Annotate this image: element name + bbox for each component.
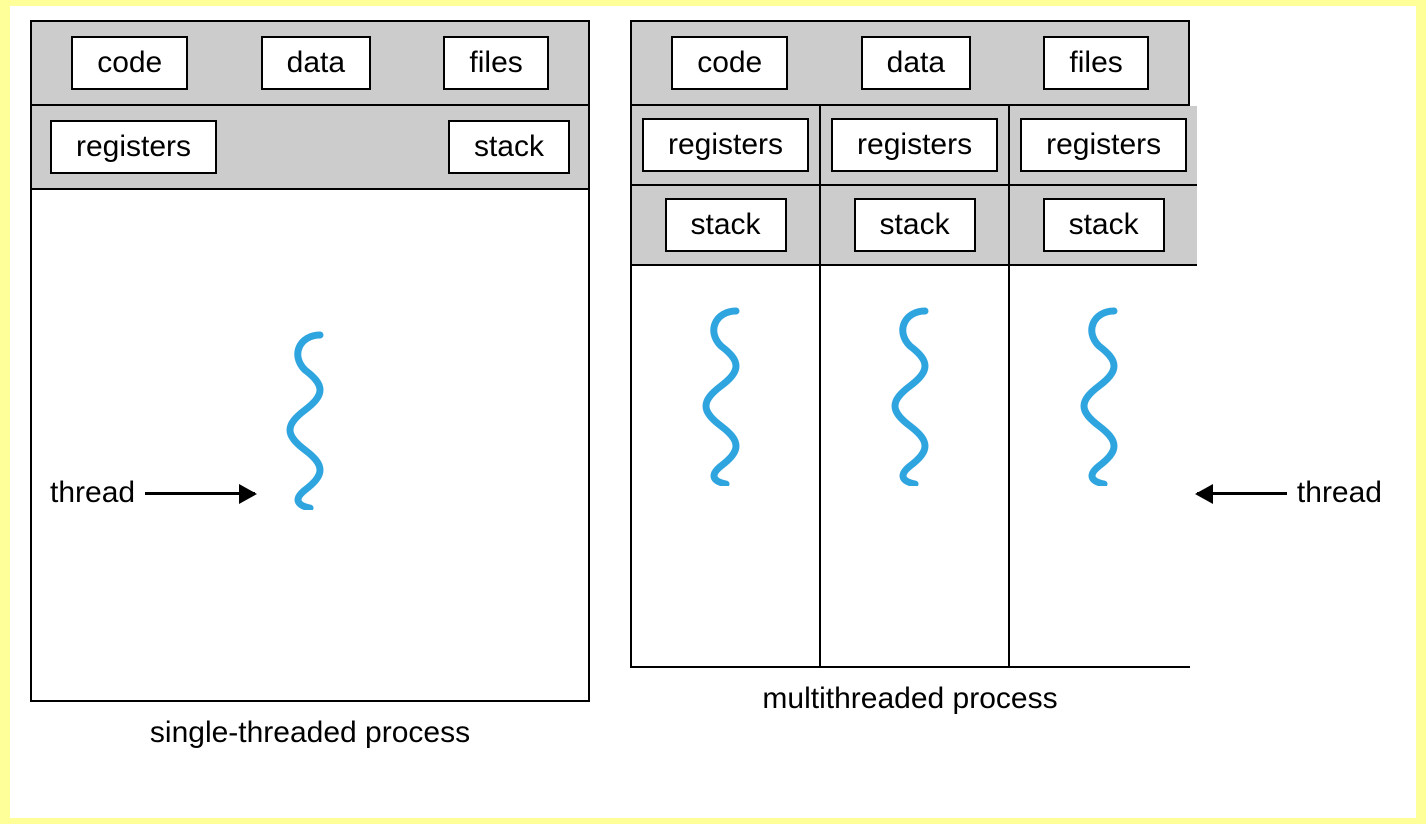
thread-squiggle-icon	[885, 306, 945, 486]
single-shared-row: code data files	[32, 22, 588, 106]
files-box: files	[1043, 36, 1148, 90]
code-box: code	[671, 36, 788, 90]
multi-caption: multithreaded process	[762, 682, 1057, 716]
data-box: data	[261, 36, 371, 90]
thread-col-2: registers stack	[1010, 106, 1197, 666]
registers-box: registers	[831, 118, 998, 172]
registers-box: registers	[1020, 118, 1187, 172]
stack-box: stack	[1043, 198, 1165, 252]
thread2-area	[1010, 266, 1197, 666]
thread0-reg-cell: registers	[632, 106, 819, 186]
thread2-stack-cell: stack	[1010, 186, 1197, 264]
data-box: data	[861, 36, 971, 90]
thread2-gray: registers stack	[1010, 106, 1197, 266]
multi-thread-label: thread	[1197, 476, 1382, 510]
thread1-reg-cell: registers	[821, 106, 1008, 186]
arrow-left-icon	[1197, 492, 1287, 495]
thread0-stack-cell: stack	[632, 186, 819, 264]
thread-squiggle-icon	[1074, 306, 1134, 486]
thread2-reg-cell: registers	[1010, 106, 1197, 186]
thread-label-text: thread	[50, 476, 135, 510]
thread-label-text: thread	[1297, 476, 1382, 510]
thread0-area	[632, 266, 819, 666]
thread1-gray: registers stack	[821, 106, 1008, 266]
thread1-stack-cell: stack	[821, 186, 1008, 264]
thread0-gray: registers stack	[632, 106, 819, 266]
arrow-right-icon	[145, 492, 255, 495]
single-thread-area	[32, 190, 588, 700]
thread1-area	[821, 266, 1008, 666]
thread-squiggle-icon	[696, 306, 756, 486]
diagram-row: code data files registers stack single-	[30, 20, 1396, 750]
stack-box: stack	[665, 198, 787, 252]
single-threaded-process: code data files registers stack	[30, 20, 590, 702]
multithreaded-column: code data files registers stack	[630, 20, 1190, 716]
registers-box: registers	[50, 120, 217, 174]
thread-col-1: registers stack	[821, 106, 1010, 666]
stack-box: stack	[448, 120, 570, 174]
thread-squiggle-icon	[280, 330, 340, 510]
multithreaded-process: code data files registers stack	[630, 20, 1190, 668]
diagram-page: code data files registers stack single-	[10, 6, 1416, 818]
single-caption: single-threaded process	[150, 716, 470, 750]
thread-col-0: registers stack	[632, 106, 821, 666]
stack-box: stack	[854, 198, 976, 252]
registers-box: registers	[642, 118, 809, 172]
code-box: code	[71, 36, 188, 90]
files-box: files	[443, 36, 548, 90]
multi-thread-columns: registers stack	[632, 106, 1188, 666]
multi-shared-row: code data files	[632, 22, 1188, 106]
single-reg-stack-row: registers stack	[32, 106, 588, 190]
single-thread-label: thread	[50, 476, 255, 510]
single-threaded-column: code data files registers stack single-	[30, 20, 590, 750]
